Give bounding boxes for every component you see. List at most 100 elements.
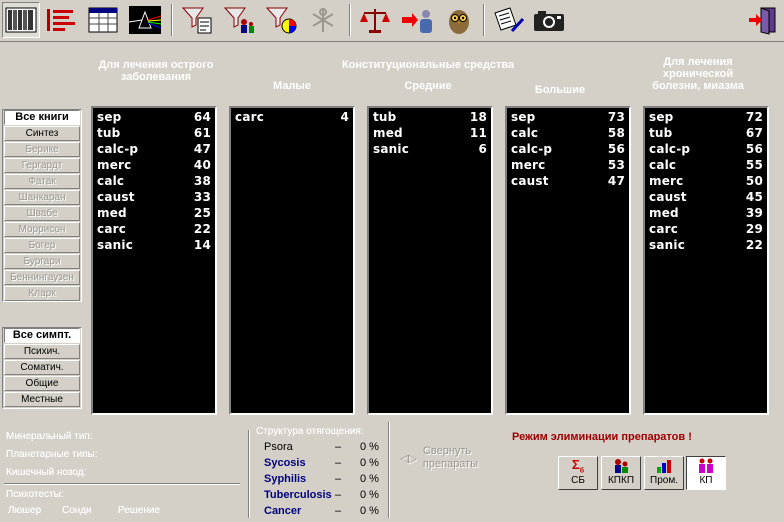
remedy-row[interactable]: calc-p 47: [97, 141, 211, 157]
structure-title: Структура отягощения:: [256, 426, 364, 437]
book-button[interactable]: Беннингаузен: [4, 270, 80, 285]
remedy-row[interactable]: sep 73: [511, 109, 625, 125]
remedy-row[interactable]: caust 47: [511, 173, 625, 189]
remedy-score: 47: [607, 174, 625, 188]
remedy-score: 45: [745, 190, 763, 204]
exit-door-icon[interactable]: [744, 2, 782, 38]
owl-icon[interactable]: [440, 2, 478, 38]
miasm-name: Psora: [264, 441, 293, 453]
divider: [4, 483, 240, 485]
remedy-name: tub: [373, 110, 397, 124]
symptom-filter-button[interactable]: Все симпт.: [4, 328, 80, 343]
mode-button-4[interactable]: КП: [686, 456, 726, 490]
header-chronic: Для лечения хронической болезни, миазма: [652, 56, 744, 92]
mode-button-1[interactable]: Σб СБ: [558, 456, 598, 490]
remedy-score: 53: [607, 158, 625, 172]
document-pen-icon[interactable]: [490, 2, 528, 38]
remedy-row[interactable]: carc 29: [649, 221, 763, 237]
list-view-icon[interactable]: [42, 2, 80, 38]
remedy-name: calc-p: [511, 142, 553, 156]
persons-pair-icon: [687, 457, 725, 475]
remedy-score: 47: [193, 142, 211, 156]
remedy-row[interactable]: caust 33: [97, 189, 211, 205]
symptom-filter-button[interactable]: Соматич.: [4, 360, 80, 375]
book-button[interactable]: Все книги: [4, 110, 80, 125]
remedy-row[interactable]: caust 45: [649, 189, 763, 205]
remedy-row[interactable]: sep 72: [649, 109, 763, 125]
remedy-row[interactable]: sanic 22: [649, 237, 763, 253]
remedy-name: calc: [649, 158, 677, 172]
book-button[interactable]: Шанкаран: [4, 190, 80, 205]
remedy-score: 56: [745, 142, 763, 156]
symptom-filter-button[interactable]: Общие: [4, 376, 80, 391]
scales-icon[interactable]: [356, 2, 394, 38]
symptom-filter-button[interactable]: Местные: [4, 392, 80, 407]
remedy-row[interactable]: tub 18: [373, 109, 487, 125]
list-small[interactable]: carc 4: [229, 106, 355, 415]
arrow-person-icon[interactable]: [398, 2, 436, 38]
remedy-name: caust: [97, 190, 135, 204]
mode-button-label: КП: [699, 475, 713, 486]
remedy-name: med: [649, 206, 679, 220]
remedy-row[interactable]: tub 61: [97, 125, 211, 141]
books-view-icon[interactable]: [2, 2, 40, 38]
remedy-name: calc-p: [649, 142, 691, 156]
funnel-document-icon[interactable]: [178, 2, 216, 38]
miasm-percent: 0 %: [360, 505, 379, 517]
list-large[interactable]: sep 73 calc 58 calc-p 56 merc 53 caust 47: [505, 106, 631, 415]
luscher-link[interactable]: Люшер: [8, 505, 41, 516]
solution-link[interactable]: Решение: [118, 505, 160, 516]
remedy-row[interactable]: merc 53: [511, 157, 625, 173]
szondi-link[interactable]: Сонди: [62, 505, 92, 516]
collapse-button[interactable]: ◁▷ Свернуть препараты: [400, 445, 483, 471]
table-view-icon[interactable]: [84, 2, 122, 38]
funnel-chart-icon[interactable]: [262, 2, 300, 38]
symptom-filter-button[interactable]: Психич.: [4, 344, 80, 359]
book-button[interactable]: Бургари: [4, 254, 80, 269]
remedy-row[interactable]: calc 38: [97, 173, 211, 189]
remedy-name: carc: [235, 110, 265, 124]
book-button[interactable]: Берике: [4, 142, 80, 157]
remedy-row[interactable]: calc 55: [649, 157, 763, 173]
book-button[interactable]: Швабе: [4, 206, 80, 221]
remedy-name: calc: [97, 174, 125, 188]
camera-icon[interactable]: [530, 2, 568, 38]
remedy-row[interactable]: merc 40: [97, 157, 211, 173]
remedy-row[interactable]: sanic 14: [97, 237, 211, 253]
remedy-score: 22: [193, 222, 211, 236]
remedy-row[interactable]: calc 58: [511, 125, 625, 141]
remedy-row[interactable]: merc 50: [649, 173, 763, 189]
mode-button-3[interactable]: Пром.: [644, 456, 684, 490]
remedy-name: sanic: [97, 238, 134, 252]
book-button[interactable]: Фатак: [4, 174, 80, 189]
remedy-row[interactable]: med 11: [373, 125, 487, 141]
mode-button-2[interactable]: КПКП: [601, 456, 641, 490]
collapse-label: Свернуть препараты: [422, 445, 479, 470]
remedy-row[interactable]: sanic 6: [373, 141, 487, 157]
symbol-icon[interactable]: [304, 2, 342, 38]
book-button[interactable]: Богер: [4, 238, 80, 253]
remedy-score: 29: [745, 222, 763, 236]
book-button[interactable]: Синтез: [4, 126, 80, 141]
remedy-name: merc: [97, 158, 132, 172]
book-button[interactable]: Моррисон: [4, 222, 80, 237]
remedy-row[interactable]: carc 22: [97, 221, 211, 237]
book-button[interactable]: Кларк: [4, 286, 80, 301]
funnel-people-icon[interactable]: [220, 2, 258, 38]
miasm-name: Tuberculosis: [264, 489, 332, 501]
remedy-row[interactable]: tub 67: [649, 125, 763, 141]
remedy-row[interactable]: sep 64: [97, 109, 211, 125]
remedy-score: 25: [193, 206, 211, 220]
remedy-row[interactable]: med 39: [649, 205, 763, 221]
remedy-name: sep: [511, 110, 536, 124]
prism-icon[interactable]: [126, 2, 164, 38]
remedy-row[interactable]: calc-p 56: [511, 141, 625, 157]
remedy-row[interactable]: calc-p 56: [649, 141, 763, 157]
remedy-row[interactable]: carc 4: [235, 109, 349, 125]
remedy-row[interactable]: med 25: [97, 205, 211, 221]
list-chronic[interactable]: sep 72 tub 67 calc-p 56 calc 55 merc 50 caust 45 med…: [643, 106, 769, 415]
book-button[interactable]: Гергардт: [4, 158, 80, 173]
list-medium[interactable]: tub 18 med 11 sanic 6: [367, 106, 493, 415]
vertical-divider: [248, 430, 250, 518]
list-acute[interactable]: sep 64 tub 61 calc-p 47 merc 40 calc 38 caust 33 med…: [91, 106, 217, 415]
